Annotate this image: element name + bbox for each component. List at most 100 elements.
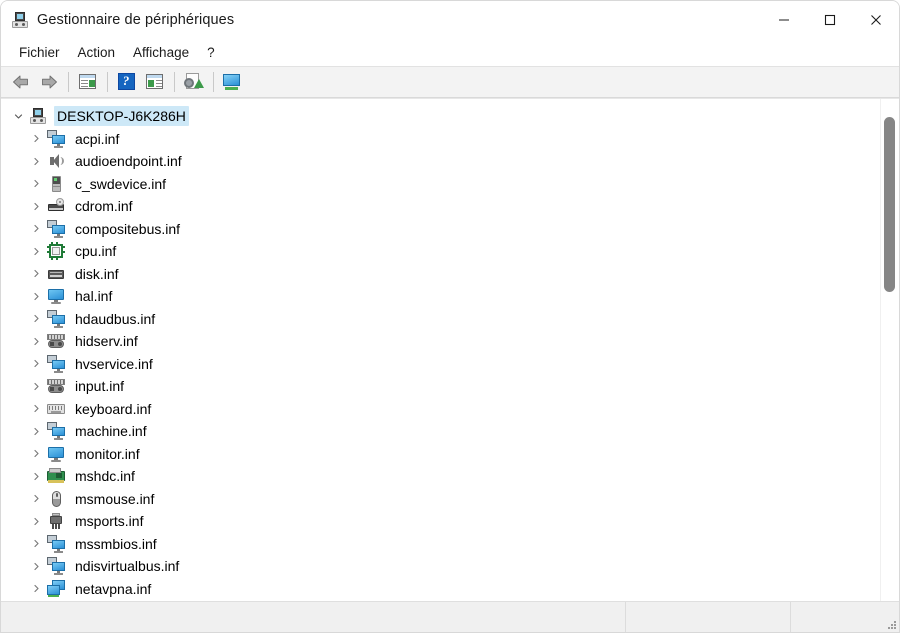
tree-item-hal-inf[interactable]: hal.inf	[1, 285, 881, 308]
tree-item-disk-inf[interactable]: disk.inf	[1, 263, 881, 286]
chevron-right-icon[interactable]	[25, 337, 47, 346]
chevron-down-icon[interactable]	[7, 112, 29, 121]
update-driver-icon	[145, 72, 165, 92]
tree-item-acpi-inf[interactable]: acpi.inf	[1, 128, 881, 151]
tree-item-hidserv-inf[interactable]: hidserv.inf	[1, 330, 881, 353]
scan-hardware-button[interactable]	[180, 69, 208, 95]
help-icon: ?	[117, 72, 137, 92]
menu-fichier[interactable]: Fichier	[10, 42, 69, 63]
chevron-right-icon[interactable]	[25, 584, 47, 593]
tree-item-label: disk.inf	[75, 265, 119, 282]
menu-action[interactable]: Action	[69, 42, 125, 63]
chevron-right-icon[interactable]	[25, 179, 47, 188]
back-arrow-icon	[13, 75, 28, 89]
show-hidden-devices-button[interactable]	[219, 69, 247, 95]
chevron-right-icon[interactable]	[25, 382, 47, 391]
back-button[interactable]	[7, 69, 35, 95]
tree-item-label: cpu.inf	[75, 243, 117, 260]
chevron-right-icon[interactable]	[25, 224, 47, 233]
tree-item-ndisvirtualbus-inf[interactable]: ndisvirtualbus.inf	[1, 555, 881, 578]
tree-item-machine-inf[interactable]: machine.inf	[1, 420, 881, 443]
chevron-right-icon[interactable]	[25, 247, 47, 256]
tree-item-cdrom-inf[interactable]: cdrom.inf	[1, 195, 881, 218]
menu-affichage[interactable]: Affichage	[124, 42, 198, 63]
chevron-right-icon[interactable]	[25, 494, 47, 503]
menu-bar: Fichier Action Affichage ?	[1, 39, 899, 66]
tree-item-cpu-inf[interactable]: cpu.inf	[1, 240, 881, 263]
minimize-icon	[779, 19, 789, 21]
tree-item-label: c_swdevice.inf	[75, 175, 167, 192]
help-button[interactable]: ?	[113, 69, 141, 95]
tree-item-label: input.inf	[75, 378, 125, 395]
tree-item-label: cdrom.inf	[75, 198, 133, 215]
minimize-button[interactable]	[761, 1, 807, 39]
stacked-computer-icon	[47, 354, 65, 373]
tree-item-msports-inf[interactable]: msports.inf	[1, 510, 881, 533]
tree-item-monitor-inf[interactable]: monitor.inf	[1, 443, 881, 466]
tree-item-label: monitor.inf	[75, 445, 140, 462]
tree-item-label: hdaudbus.inf	[75, 310, 156, 327]
tree-item-hvservice-inf[interactable]: hvservice.inf	[1, 353, 881, 376]
tree-item-mshdc-inf[interactable]: mshdc.inf	[1, 465, 881, 488]
close-button[interactable]	[853, 1, 899, 39]
chevron-right-icon[interactable]	[25, 539, 47, 548]
chevron-right-icon[interactable]	[25, 269, 47, 278]
tree-item-label: keyboard.inf	[75, 400, 152, 417]
chevron-right-icon[interactable]	[25, 292, 47, 301]
tree-item-msmouse-inf[interactable]: msmouse.inf	[1, 488, 881, 511]
tree-item-c-swdevice-inf[interactable]: c_swdevice.inf	[1, 173, 881, 196]
chevron-right-icon[interactable]	[25, 202, 47, 211]
tree-item-label: netavpna.inf	[75, 580, 152, 597]
toolbar-separator-3	[174, 72, 175, 92]
tree-root-node[interactable]: DESKTOP-J6K286H	[1, 105, 881, 128]
maximize-icon	[824, 14, 836, 26]
cpu-chip-icon	[47, 242, 65, 261]
stacked-computer-icon	[47, 219, 65, 238]
chevron-right-icon[interactable]	[25, 157, 47, 166]
device-manager-icon	[11, 11, 29, 29]
device-tree: DESKTOP-J6K286H acpi.inf audioendpoint.i…	[1, 99, 881, 601]
tree-item-keyboard-inf[interactable]: keyboard.inf	[1, 398, 881, 421]
tree-item-label: mssmbios.inf	[75, 535, 157, 552]
title-bar: Gestionnaire de périphériques	[1, 1, 899, 39]
update-driver-button[interactable]	[141, 69, 169, 95]
chevron-right-icon[interactable]	[25, 562, 47, 571]
port-icon	[47, 512, 65, 530]
tree-item-audioendpoint-inf[interactable]: audioendpoint.inf	[1, 150, 881, 173]
chevron-right-icon[interactable]	[25, 404, 47, 413]
stacked-computer-icon	[47, 534, 65, 553]
vertical-scrollbar[interactable]	[880, 99, 898, 601]
close-icon	[871, 15, 881, 25]
chevron-right-icon[interactable]	[25, 134, 47, 143]
stacked-computer-icon	[47, 422, 65, 441]
menu-aide[interactable]: ?	[198, 42, 224, 63]
tree-item-mssmbios-inf[interactable]: mssmbios.inf	[1, 533, 881, 556]
tree-item-hdaudbus-inf[interactable]: hdaudbus.inf	[1, 308, 881, 331]
display-devices-icon	[223, 72, 243, 92]
status-bar	[1, 601, 899, 632]
chevron-right-icon[interactable]	[25, 427, 47, 436]
tree-item-netavpna-inf[interactable]: netavpna.inf	[1, 578, 881, 601]
mouse-icon	[47, 490, 65, 508]
resize-grip-icon[interactable]	[885, 618, 897, 630]
chevron-right-icon[interactable]	[25, 517, 47, 526]
tree-item-label: hal.inf	[75, 288, 113, 305]
stacked-computer-icon	[47, 557, 65, 576]
tree-item-compositebus-inf[interactable]: compositebus.inf	[1, 218, 881, 241]
computer-icon	[29, 107, 47, 125]
chevron-right-icon[interactable]	[25, 449, 47, 458]
disk-drive-icon	[47, 265, 65, 283]
properties-button[interactable]	[74, 69, 102, 95]
chevron-right-icon[interactable]	[25, 359, 47, 368]
tree-item-label: msmouse.inf	[75, 490, 155, 507]
tree-item-input-inf[interactable]: input.inf	[1, 375, 881, 398]
vertical-scrollbar-thumb[interactable]	[884, 117, 895, 292]
stacked-computer-icon	[47, 309, 65, 328]
toolbar-separator-1	[68, 72, 69, 92]
hid-device-icon	[47, 377, 65, 395]
chevron-right-icon[interactable]	[25, 314, 47, 323]
maximize-button[interactable]	[807, 1, 853, 39]
forward-button[interactable]	[35, 69, 63, 95]
device-tree-panel: DESKTOP-J6K286H acpi.inf audioendpoint.i…	[1, 98, 899, 601]
chevron-right-icon[interactable]	[25, 472, 47, 481]
